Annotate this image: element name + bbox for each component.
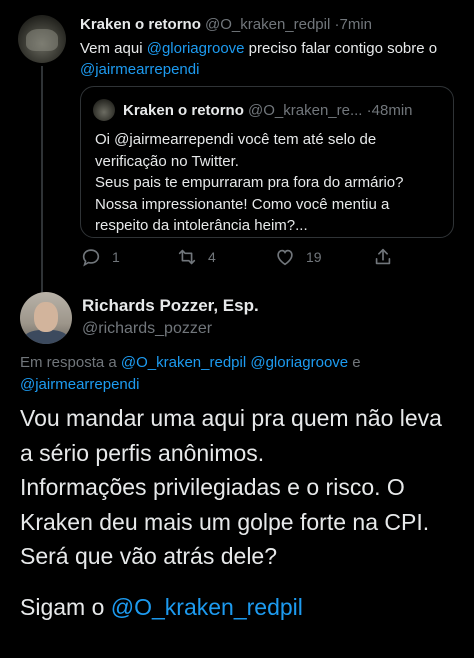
quote-avatar [93,99,115,121]
mention-link[interactable]: @gloriagroove [147,40,245,57]
retweet-button[interactable]: 4 [176,246,216,268]
tweet-paragraph: Vou mandar uma aqui pra quem não leva a … [20,405,442,466]
quote-header: Kraken o retorno @O_kraken_re... ·48min [123,102,413,119]
like-count: 19 [306,249,322,265]
replying-to: Em resposta a @O_kraken_redpil @gloriagr… [20,352,460,396]
tweet-actions: 1 4 19 [80,246,420,272]
avatar-kraken[interactable] [18,15,66,63]
tweet-header: Kraken o retorno @O_kraken_redpil ·7min [80,16,372,33]
author-name[interactable]: Kraken o retorno [80,16,201,33]
retweet-icon [178,249,196,265]
reply-icon [82,249,100,267]
tweet-paragraph: Sigam o @O_kraken_redpil [20,590,460,625]
tweet-body: Vou mandar uma aqui pra quem não leva a … [20,401,460,624]
quote-text: Oi @jairmearrependi você tem até selo de… [95,129,447,237]
thread-line [41,66,43,298]
quote-line: Seus pais te empurraram pra fora do armá… [95,174,404,191]
share-button[interactable] [372,246,394,268]
mention-link[interactable]: @O_kraken_redpil [121,354,246,371]
quote-line: Nossa impressionante! Como você mentiu a [95,195,390,213]
author-handle[interactable]: @richards_pozzer [82,320,212,338]
share-icon [375,248,391,265]
quote-line: Oi @jairmearrependi você tem até selo de [95,131,377,148]
like-button[interactable]: 19 [274,246,322,268]
mention-link[interactable]: @jairmearrependi [20,376,139,393]
retweet-count: 4 [208,249,216,265]
avatar-richards[interactable] [20,292,72,344]
author-handle[interactable]: @O_kraken_redpil [205,16,330,33]
reply-count: 1 [112,249,120,265]
like-icon [277,249,293,266]
mention-link[interactable]: @O_kraken_redpil [111,594,303,620]
mention-link[interactable]: @jairmearrependi [80,61,199,78]
reply-conjunction: e [348,354,361,371]
quote-line: verificação no Twitter. [95,152,239,170]
tweet-paragraph: Informações privilegiadas e o risco. O K… [20,474,430,535]
text-part: Vem aqui [80,40,147,57]
quoted-tweet[interactable]: Kraken o retorno @O_kraken_re... ·48min … [80,86,454,238]
timestamp[interactable]: 7min [340,16,373,33]
quote-line: respeito da intolerância heim?... [95,217,308,234]
quote-timestamp: 48min [371,102,413,119]
text-part: Sigam o [20,593,111,620]
mention-link[interactable]: @gloriagroove [250,354,348,371]
tweet-text: Vem aqui @gloriagroove preciso falar con… [80,38,464,80]
author-name[interactable]: Richards Pozzer, Esp. [82,296,259,316]
reply-button[interactable]: 1 [80,246,120,268]
tweet-kraken[interactable]: Kraken o retorno @O_kraken_redpil ·7min … [0,0,474,298]
text-part: preciso falar contigo sobre o [244,40,438,57]
quote-author-name: Kraken o retorno [123,102,244,119]
tweet-paragraph: Será que vão atrás dele? [20,543,278,569]
quote-author-handle: @O_kraken_re... [248,102,363,119]
reply-prefix: Em resposta a [20,354,121,371]
